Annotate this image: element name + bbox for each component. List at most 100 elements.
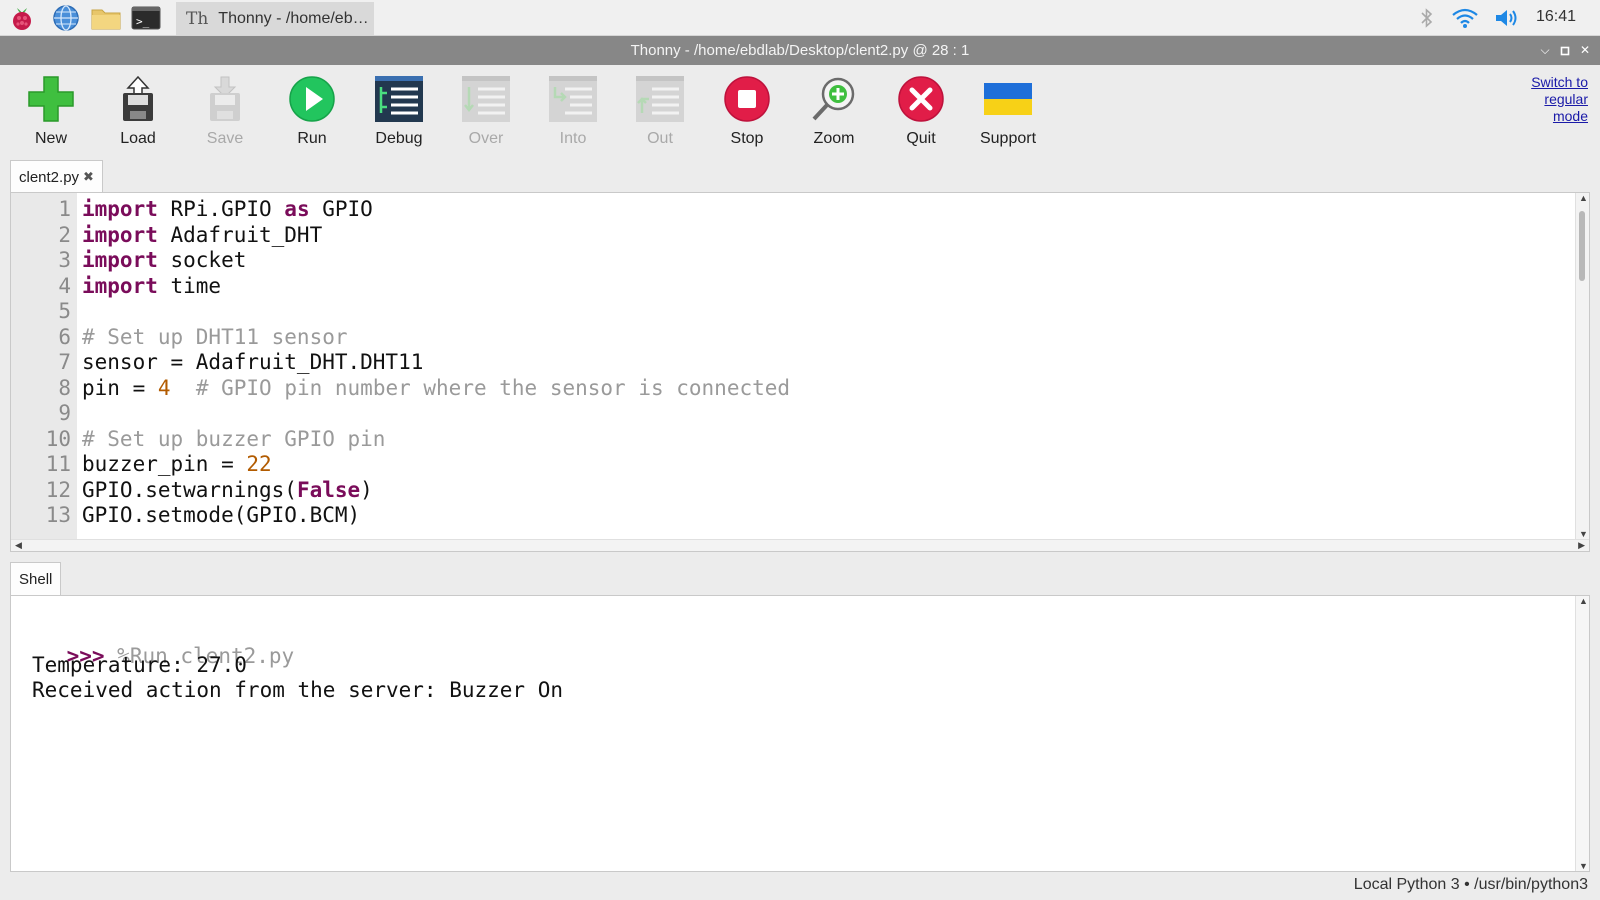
code-token: GPIO.setwarnings( [82,477,297,502]
code-editor[interactable]: 1 2 3 4 5 6 7 8 9 10 11 12 13 import RPi.GPIO as GPI… [10,192,1590,552]
svg-text:>_: >_ [136,15,150,28]
bluetooth-icon[interactable] [1416,4,1438,32]
ukraine-flag-icon [982,73,1034,125]
code-token: ) [360,477,373,502]
zoom-button[interactable]: Zoom [794,73,874,155]
debug-icon [373,73,425,125]
line-number: 8 [58,375,71,400]
line-number: 4 [58,273,71,298]
wifi-icon[interactable] [1450,4,1480,32]
scroll-up-icon[interactable]: ▲ [1579,596,1588,606]
debug-button[interactable]: Debug [359,73,439,155]
tab-shell[interactable]: Shell [10,562,62,595]
load-icon [112,73,164,125]
clock[interactable]: 16:41 [1536,8,1576,26]
code-line[interactable]: import socket [82,248,246,272]
step-out-button[interactable]: Out [620,73,700,155]
scroll-down-icon[interactable]: ▼ [1579,861,1588,871]
interpreter-status[interactable]: Local Python 3 • /usr/bin/python3 [1354,876,1588,894]
new-file-icon [25,73,77,125]
scroll-thumb[interactable] [1579,211,1585,281]
code-token: False [296,477,361,502]
code-line[interactable]: import Adafruit_DHT [82,223,322,247]
line-number: 5 [58,299,71,323]
minimize-icon[interactable]: ⌵ [1536,36,1554,65]
line-number: 10 [45,426,71,451]
code-line[interactable]: import RPi.GPIO as GPIO [82,197,373,221]
raspberry-icon[interactable] [6,3,38,33]
quit-button[interactable]: Quit [881,73,961,155]
line-number: 7 [58,350,71,374]
run-icon [286,73,338,125]
maximize-icon[interactable] [1556,36,1574,65]
code-token: buzzer_pin = [82,452,247,476]
code-token: pin = [82,375,158,400]
code-token: sensor = Adafruit_DHT.DHT11 [82,350,424,374]
switch-to-regular-mode-link[interactable]: Switch to regular mode [1498,74,1588,125]
volume-icon[interactable] [1492,4,1524,32]
code-token: 22 [246,452,272,476]
zoom-icon [808,73,860,125]
thonny-app-icon: Th [186,8,209,29]
code-token: 4 [157,375,171,400]
code-line[interactable]: buzzer_pin = 22 [82,452,272,476]
line-number: 9 [58,401,71,425]
code-token: import [82,222,158,247]
code-token: # Set up DHT11 sensor [82,324,348,349]
close-tab-icon[interactable]: ✖ [83,169,94,185]
code-line[interactable]: GPIO.setmode(GPIO.BCM) [82,503,360,527]
code-token: GPIO.setmode(GPIO.BCM) [82,503,361,527]
support-button[interactable]: Support [968,73,1048,155]
scroll-up-icon[interactable]: ▲ [1579,193,1588,203]
code-token: time [157,273,222,298]
step-out-icon [634,73,686,125]
line-number: 11 [45,452,71,476]
run-button[interactable]: Run [272,73,352,155]
tab-clent2-py[interactable]: clent2.py ✖ [10,160,103,193]
globe-icon[interactable] [50,3,82,33]
save-icon [199,73,251,125]
shell-output-line: Temperature: 27.0 [32,653,247,677]
line-number-gutter: 1 2 3 4 5 6 7 8 9 10 11 12 13 [11,193,77,539]
quit-icon [895,73,947,125]
code-line[interactable]: import time [82,274,221,298]
code-token: RPi.GPIO [157,197,285,221]
folder-icon[interactable] [90,3,122,33]
stop-icon [721,73,773,125]
code-token: # Set up buzzer GPIO pin [82,426,386,451]
shell-output-line: Received action from the server: Buzzer … [32,678,564,702]
window-titlebar[interactable]: Thonny - /home/ebdlab/Desktop/clent2.py … [0,36,1600,65]
close-icon[interactable]: ✕ [1576,36,1594,65]
line-number: 2 [58,222,71,247]
shell-vertical-scrollbar[interactable]: ▲ ▼ [1575,596,1589,871]
taskbar-task-thonny[interactable]: Th Thonny - /home/eb… [176,2,374,35]
code-token: import [82,273,158,298]
code-line[interactable]: # Set up DHT11 sensor [82,325,348,349]
toolbar: New Load Save Run Debug Over Into Out St… [0,65,1600,157]
editor-vertical-scrollbar[interactable]: ▲ ▼ [1575,193,1589,539]
code-line[interactable]: # Set up buzzer GPIO pin [82,427,385,451]
terminal-icon[interactable]: >_ [130,3,162,33]
tab-label: clent2.py [19,168,80,186]
code-token: import [82,197,158,221]
code-line[interactable]: pin = 4 # GPIO pin number where the sens… [82,376,790,400]
load-button[interactable]: Load [98,73,178,155]
line-number: 1 [58,197,71,221]
new-button[interactable]: New [11,73,91,155]
line-number: 13 [45,503,71,527]
editor-horizontal-scrollbar[interactable]: ◀ ▶ [11,539,1589,551]
code-token: as [284,197,310,221]
save-button[interactable]: Save [185,73,265,155]
code-line[interactable]: sensor = Adafruit_DHT.DHT11 [82,350,423,374]
code-line[interactable]: GPIO.setwarnings(False) [82,478,373,502]
step-over-icon [460,73,512,125]
scroll-right-icon[interactable]: ▶ [1578,540,1585,551]
scroll-left-icon[interactable]: ◀ [15,540,22,551]
code-token: socket [157,248,247,272]
shell-panel[interactable]: >>> %Run clent2.py Temperature: 27.0 Rec… [10,595,1590,872]
step-over-button[interactable]: Over [446,73,526,155]
step-into-button[interactable]: Into [533,73,613,155]
scroll-down-icon[interactable]: ▼ [1579,529,1588,539]
stop-button[interactable]: Stop [707,73,787,155]
